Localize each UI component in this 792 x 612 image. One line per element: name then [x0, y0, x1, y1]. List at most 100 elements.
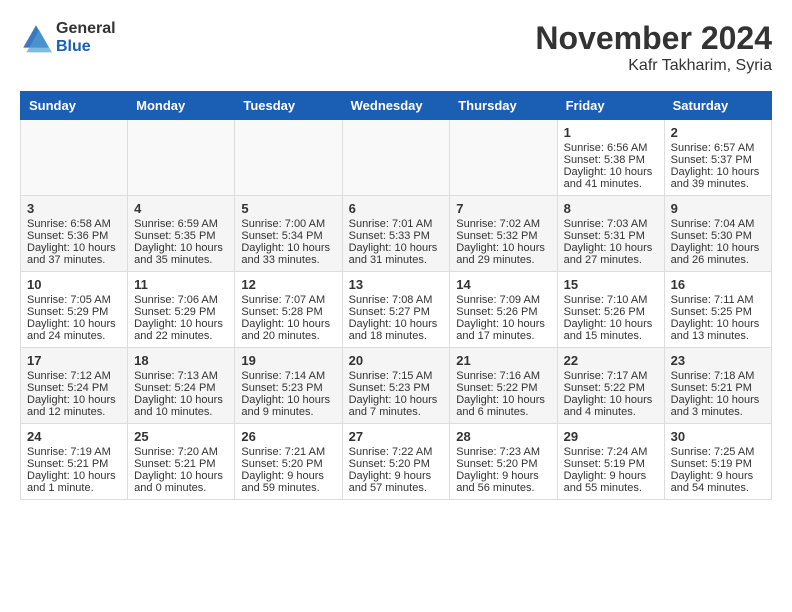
- cell-text: Daylight: 10 hours: [671, 166, 765, 178]
- cell-text: Sunrise: 7:15 AM: [349, 370, 444, 382]
- day-number: 16: [671, 277, 765, 292]
- calendar-cell: 7Sunrise: 7:02 AMSunset: 5:32 PMDaylight…: [450, 196, 557, 272]
- cell-text: Sunrise: 7:14 AM: [241, 370, 335, 382]
- cell-text: and 59 minutes.: [241, 482, 335, 494]
- cell-text: and 10 minutes.: [134, 406, 228, 418]
- cell-text: and 15 minutes.: [564, 330, 658, 342]
- cell-text: Daylight: 10 hours: [27, 318, 121, 330]
- calendar-week-row: 1Sunrise: 6:56 AMSunset: 5:38 PMDaylight…: [21, 120, 772, 196]
- cell-text: and 37 minutes.: [27, 254, 121, 266]
- cell-text: and 4 minutes.: [564, 406, 658, 418]
- cell-text: Sunset: 5:21 PM: [134, 458, 228, 470]
- cell-text: Daylight: 10 hours: [564, 166, 658, 178]
- cell-text: Sunset: 5:20 PM: [349, 458, 444, 470]
- calendar-cell: 2Sunrise: 6:57 AMSunset: 5:37 PMDaylight…: [664, 120, 771, 196]
- calendar-cell: 1Sunrise: 6:56 AMSunset: 5:38 PMDaylight…: [557, 120, 664, 196]
- cell-text: Daylight: 9 hours: [349, 470, 444, 482]
- title-block: November 2024 Kafr Takharim, Syria: [535, 20, 772, 75]
- calendar-header-row: SundayMondayTuesdayWednesdayThursdayFrid…: [21, 92, 772, 120]
- cell-text: Sunset: 5:25 PM: [671, 306, 765, 318]
- calendar-cell: 28Sunrise: 7:23 AMSunset: 5:20 PMDayligh…: [450, 424, 557, 500]
- cell-text: Sunrise: 7:16 AM: [456, 370, 550, 382]
- calendar-week-row: 24Sunrise: 7:19 AMSunset: 5:21 PMDayligh…: [21, 424, 772, 500]
- cell-text: Sunrise: 7:21 AM: [241, 446, 335, 458]
- cell-text: Daylight: 10 hours: [241, 394, 335, 406]
- cell-text: Sunset: 5:19 PM: [564, 458, 658, 470]
- cell-text: Sunrise: 7:07 AM: [241, 294, 335, 306]
- cell-text: and 22 minutes.: [134, 330, 228, 342]
- calendar-cell: 23Sunrise: 7:18 AMSunset: 5:21 PMDayligh…: [664, 348, 771, 424]
- day-number: 20: [349, 353, 444, 368]
- cell-text: and 56 minutes.: [456, 482, 550, 494]
- calendar-cell: [21, 120, 128, 196]
- cell-text: Daylight: 10 hours: [671, 242, 765, 254]
- cell-text: and 9 minutes.: [241, 406, 335, 418]
- cell-text: Sunrise: 7:03 AM: [564, 218, 658, 230]
- cell-text: Daylight: 10 hours: [134, 394, 228, 406]
- col-header-tuesday: Tuesday: [235, 92, 342, 120]
- calendar-cell: 25Sunrise: 7:20 AMSunset: 5:21 PMDayligh…: [128, 424, 235, 500]
- calendar-cell: 29Sunrise: 7:24 AMSunset: 5:19 PMDayligh…: [557, 424, 664, 500]
- calendar-week-row: 17Sunrise: 7:12 AMSunset: 5:24 PMDayligh…: [21, 348, 772, 424]
- cell-text: and 33 minutes.: [241, 254, 335, 266]
- cell-text: Daylight: 9 hours: [456, 470, 550, 482]
- calendar-cell: [235, 120, 342, 196]
- calendar-cell: 15 Sunrise: 7:10 AMSunset: 5:26 PMDayligh…: [557, 272, 664, 348]
- cell-text: and 7 minutes.: [349, 406, 444, 418]
- day-number: 3: [27, 201, 121, 216]
- day-number: 17: [27, 353, 121, 368]
- cell-text: Daylight: 10 hours: [564, 394, 658, 406]
- cell-text: Sunset: 5:26 PM: [564, 306, 658, 318]
- cell-text: Sunset: 5:29 PM: [134, 306, 228, 318]
- calendar-cell: 11Sunrise: 7:06 AMSunset: 5:29 PMDayligh…: [128, 272, 235, 348]
- cell-text: Daylight: 10 hours: [134, 318, 228, 330]
- day-number: 2: [671, 125, 765, 140]
- cell-text: Sunrise: 7:00 AM: [241, 218, 335, 230]
- cell-text: and 6 minutes.: [456, 406, 550, 418]
- cell-text: Sunset: 5:36 PM: [27, 230, 121, 242]
- day-number: 13: [349, 277, 444, 292]
- page-header: General Blue November 2024 Kafr Takharim…: [20, 20, 772, 75]
- cell-text: and 13 minutes.: [671, 330, 765, 342]
- cell-text: Sunrise: 6:57 AM: [671, 142, 765, 154]
- calendar-cell: 9Sunrise: 7:04 AMSunset: 5:30 PMDaylight…: [664, 196, 771, 272]
- cell-text: and 41 minutes.: [564, 178, 658, 190]
- cell-text: and 20 minutes.: [241, 330, 335, 342]
- day-number: 21: [456, 353, 550, 368]
- cell-text: and 18 minutes.: [349, 330, 444, 342]
- calendar-cell: [450, 120, 557, 196]
- location: Kafr Takharim, Syria: [535, 57, 772, 75]
- cell-text: Daylight: 10 hours: [241, 318, 335, 330]
- col-header-monday: Monday: [128, 92, 235, 120]
- logo: General Blue: [20, 20, 116, 55]
- cell-text: Sunset: 5:27 PM: [349, 306, 444, 318]
- day-number: 1: [564, 125, 658, 140]
- cell-text: and 39 minutes.: [671, 178, 765, 190]
- day-number: 6: [349, 201, 444, 216]
- day-number: 28: [456, 429, 550, 444]
- calendar-cell: 6Sunrise: 7:01 AMSunset: 5:33 PMDaylight…: [342, 196, 450, 272]
- cell-text: Sunset: 5:24 PM: [134, 382, 228, 394]
- day-number: 26: [241, 429, 335, 444]
- day-number: 5: [241, 201, 335, 216]
- cell-text: Daylight: 10 hours: [671, 318, 765, 330]
- day-number: 8: [564, 201, 658, 216]
- calendar-cell: 17Sunrise: 7:12 AMSunset: 5:24 PMDayligh…: [21, 348, 128, 424]
- cell-text: and 12 minutes.: [27, 406, 121, 418]
- cell-text: Sunrise: 7:09 AM: [456, 294, 550, 306]
- day-number: 15: [564, 277, 658, 292]
- cell-text: Daylight: 10 hours: [456, 242, 550, 254]
- cell-text: Daylight: 10 hours: [564, 318, 658, 330]
- col-header-saturday: Saturday: [664, 92, 771, 120]
- calendar-cell: 4Sunrise: 6:59 AMSunset: 5:35 PMDaylight…: [128, 196, 235, 272]
- col-header-thursday: Thursday: [450, 92, 557, 120]
- cell-text: Sunset: 5:20 PM: [456, 458, 550, 470]
- cell-text: Sunset: 5:21 PM: [27, 458, 121, 470]
- cell-text: Daylight: 10 hours: [27, 470, 121, 482]
- day-number: 25: [134, 429, 228, 444]
- cell-text: Sunrise: 7:10 AM: [564, 294, 658, 306]
- calendar-cell: 27Sunrise: 7:22 AMSunset: 5:20 PMDayligh…: [342, 424, 450, 500]
- calendar-table: SundayMondayTuesdayWednesdayThursdayFrid…: [20, 91, 772, 500]
- cell-text: Sunrise: 6:56 AM: [564, 142, 658, 154]
- day-number: 7: [456, 201, 550, 216]
